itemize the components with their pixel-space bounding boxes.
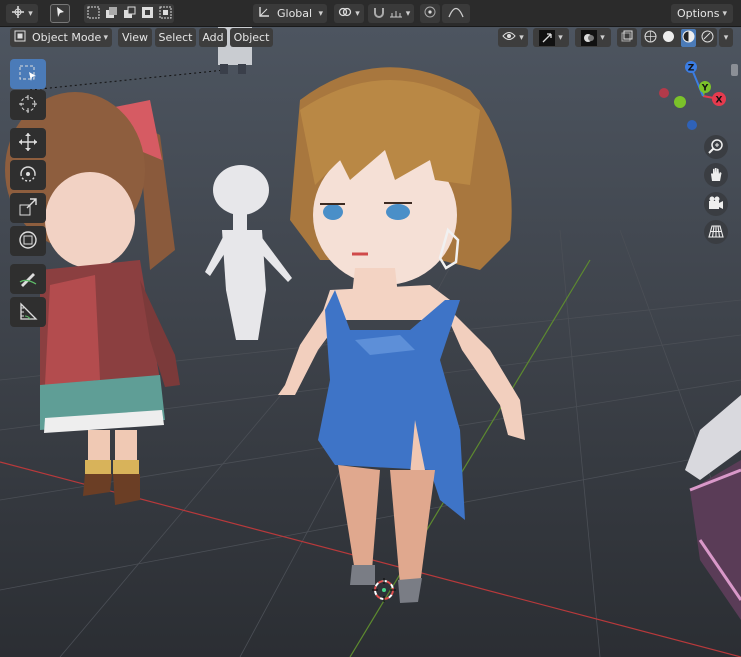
cursor-arrow-icon (54, 6, 66, 21)
annotate-tool[interactable] (10, 264, 46, 294)
editor-type-dropdown[interactable]: ▾ (6, 4, 38, 23)
select-extend-icon[interactable] (105, 6, 118, 22)
scale-icon (18, 197, 38, 220)
camera-view-button[interactable] (704, 192, 728, 216)
xray-icon (621, 30, 633, 45)
chevron-down-icon: ▾ (722, 8, 727, 19)
magnet-icon (372, 5, 386, 22)
viewport-scrollbar[interactable] (731, 64, 738, 76)
solid-shading-icon[interactable] (662, 30, 675, 46)
gizmo-y-label: Y (701, 84, 709, 94)
transform-orientation-dropdown[interactable]: Global ▾ (253, 4, 327, 23)
menu-view[interactable]: View (118, 28, 152, 47)
measure-tool[interactable] (10, 297, 46, 327)
wireframe-shading-icon[interactable] (644, 30, 657, 46)
ruler-icon (18, 301, 38, 324)
camera-icon (708, 195, 724, 214)
shading-options-dropdown[interactable]: ▾ (719, 28, 733, 47)
cursor-tool[interactable] (10, 90, 46, 120)
rotate-icon (18, 164, 38, 187)
menu-add[interactable]: Add (199, 28, 227, 47)
zoom-icon (708, 138, 724, 157)
character-main-blue-dress[interactable] (278, 67, 525, 603)
overlays-toggle[interactable]: ▾ (575, 28, 611, 47)
chevron-down-icon: ▾ (318, 8, 323, 19)
selection-mode-group (84, 4, 174, 23)
pivot-point-dropdown[interactable]: ▾ (334, 4, 364, 23)
orientation-axes-icon (257, 5, 271, 22)
menu-select[interactable]: Select (155, 28, 196, 47)
3d-cursor-tool-icon (18, 94, 38, 117)
chevron-down-icon: ▾ (103, 32, 108, 43)
gizmo-toggle[interactable]: ▾ (533, 28, 569, 47)
pan-button[interactable] (704, 163, 728, 187)
snap-increment-icon (389, 6, 403, 21)
hand-pan-icon (708, 166, 724, 185)
visibility-dropdown[interactable]: ▾ (498, 28, 528, 47)
shading-modes (641, 28, 717, 47)
mode-label: Object Mode (32, 31, 102, 44)
pencil-icon (18, 268, 38, 291)
proportional-editing-icon (424, 6, 436, 21)
select-intersect-icon[interactable] (159, 6, 172, 22)
proportional-falloff-dropdown[interactable] (442, 4, 470, 23)
select-subtract-icon[interactable] (123, 6, 136, 22)
navigation-gizmo[interactable]: X Y Z (659, 61, 726, 130)
select-box-icon (18, 63, 38, 86)
white-mannequin[interactable] (205, 165, 292, 340)
transform-tool[interactable] (10, 226, 46, 256)
scale-tool[interactable] (10, 193, 46, 223)
chevron-down-icon: ▾ (723, 32, 729, 43)
transform-icon (18, 230, 38, 253)
chevron-down-icon: ▾ (405, 8, 411, 19)
chevron-down-icon: ▾ (355, 8, 360, 19)
rotate-tool[interactable] (10, 160, 46, 190)
relationship-line (29, 69, 226, 91)
chevron-down-icon: ▾ (519, 32, 524, 43)
overlays-icon (581, 29, 598, 46)
pivot-icon (338, 5, 352, 22)
chevron-down-icon: ▾ (558, 32, 563, 43)
move-arrows-icon (18, 132, 38, 155)
character-right-partial[interactable] (685, 395, 741, 620)
proportional-editing-toggle[interactable] (420, 4, 440, 23)
object-mode-icon (14, 30, 26, 45)
select-box-tool[interactable] (10, 59, 46, 89)
chevron-down-icon: ▾ (600, 32, 605, 43)
options-dropdown[interactable]: Options ▾ (671, 4, 733, 23)
falloff-curve-icon (448, 6, 464, 21)
mode-dropdown[interactable]: Object Mode ▾ (10, 28, 112, 47)
gizmo-z-label: Z (688, 64, 695, 74)
chevron-down-icon: ▾ (28, 8, 33, 19)
material-preview-icon[interactable] (680, 28, 696, 47)
gizmo-x-label: X (716, 96, 723, 106)
snapping-dropdown[interactable]: ▾ (368, 4, 414, 23)
3d-cursor-icon[interactable] (372, 578, 396, 602)
3d-viewport[interactable]: X Y Z (0, 27, 741, 657)
viewport-header: Object Mode ▾ View Select Add Object ▾ ▾… (0, 27, 741, 49)
gizmo-icon (539, 29, 556, 46)
select-invert-icon[interactable] (141, 6, 154, 22)
perspective-toggle-button[interactable] (704, 220, 728, 244)
xray-toggle[interactable] (617, 28, 637, 47)
grid-perspective-icon (708, 223, 724, 242)
viewport-scene: X Y Z (0, 27, 741, 657)
zoom-button[interactable] (704, 135, 728, 159)
move-tool[interactable] (10, 128, 46, 158)
rendered-shading-icon[interactable] (701, 30, 714, 46)
crosshair-icon (11, 5, 25, 22)
select-mode-button[interactable] (50, 4, 70, 23)
menu-object[interactable]: Object (230, 28, 273, 47)
top-header-bar: ▾ Global ▾ ▾ ▾ Options ▾ (0, 0, 741, 27)
transform-orientation-label: Global (277, 7, 313, 20)
select-new-icon[interactable] (87, 6, 100, 22)
eye-icon (502, 31, 516, 44)
options-label: Options (677, 7, 720, 20)
